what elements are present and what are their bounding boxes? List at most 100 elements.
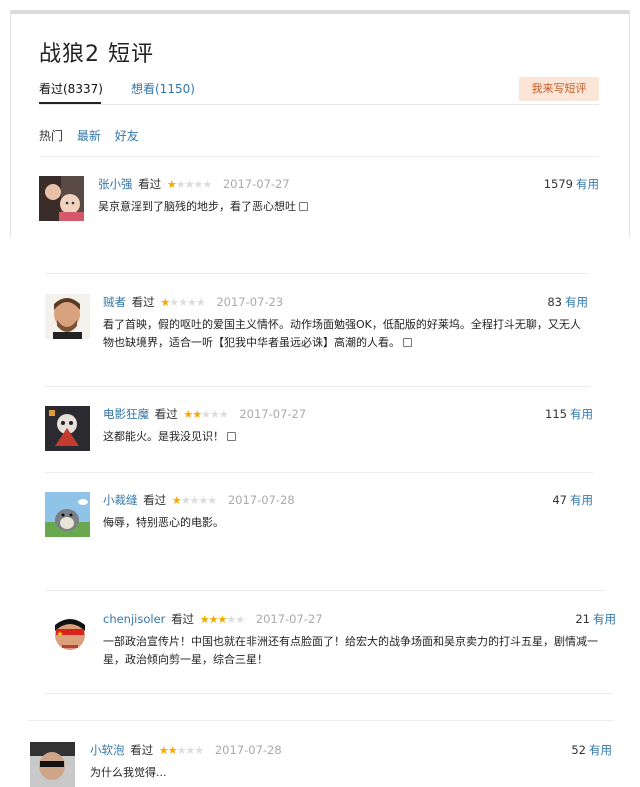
vote-count[interactable]: 52 有用 <box>571 742 612 758</box>
comment-user[interactable]: 电影狂魔 <box>103 407 149 421</box>
vote-count[interactable]: 115 有用 <box>545 406 593 422</box>
vote-number: 21 <box>575 612 590 626</box>
comment-body: 为什么我觉得... <box>90 766 167 779</box>
star-icon: ★ <box>207 494 217 507</box>
divider <box>28 720 613 721</box>
comment-body: 一部政治宣传片！中国也就在非洲还有点脸面了！给宏大的战争场面和吴京卖力的打斗五星… <box>103 635 598 666</box>
page-title: 战狼2 短评 <box>39 42 154 67</box>
comment-meta: 小裁缝 看过 ★★★★★ 2017-07-28 <box>103 492 295 508</box>
comment-date: 2017-07-23 <box>216 295 284 309</box>
vote-label[interactable]: 有用 <box>589 743 612 757</box>
star-icon: ★ <box>186 296 197 309</box>
rating-stars: ★★★★★ <box>160 296 206 309</box>
comment-date: 2017-07-28 <box>227 493 295 507</box>
avatar[interactable] <box>45 294 90 339</box>
sort-bar: 热门 最新 好友 <box>39 127 149 144</box>
vote-label[interactable]: 有用 <box>570 407 593 421</box>
comment-status: 看过 <box>130 743 154 757</box>
comment-meta: chenjisoler 看过 ★★★★★ 2017-07-27 <box>103 611 323 627</box>
star-icon: ★ <box>158 744 169 757</box>
vote-number: 47 <box>552 493 567 507</box>
avatar[interactable] <box>39 176 84 221</box>
vote-label[interactable]: 有用 <box>576 177 599 191</box>
comment-text: 一部政治宣传片！中国也就在非洲还有点脸面了！给宏大的战争场面和吴京卖力的打斗五星… <box>103 633 608 669</box>
star-icon: ★ <box>218 408 229 421</box>
star-icon: ★ <box>217 613 227 626</box>
divider <box>45 693 613 694</box>
comment-user[interactable]: 张小强 <box>98 177 133 191</box>
star-icon: ★ <box>180 494 191 507</box>
message-icon[interactable] <box>403 338 412 347</box>
star-icon: ★ <box>235 613 245 626</box>
comment-status: 看过 <box>143 493 167 507</box>
vote-label[interactable]: 有用 <box>593 612 616 626</box>
avatar[interactable] <box>45 406 90 451</box>
star-icon: ★ <box>166 178 177 191</box>
star-icon: ★ <box>194 744 204 757</box>
rating-stars: ★★★★★ <box>172 494 217 507</box>
comment-text: 吴京意淫到了脑残的地步，看了恶心想吐 <box>98 198 598 216</box>
comment-body: 看了首映，假的呕吐的爱国主义情怀。动作场面勉强OK，低配版的好莱坞。全程打斗无聊… <box>103 318 581 349</box>
vote-count[interactable]: 47 有用 <box>552 492 593 508</box>
comment-meta: 张小强 看过 ★★★★★ 2017-07-27 <box>98 176 290 192</box>
star-icon: ★ <box>195 296 206 309</box>
star-icon: ★ <box>183 408 193 421</box>
vote-number: 83 <box>547 295 562 309</box>
comment-user[interactable]: chenjisoler <box>103 612 165 626</box>
comment-meta: 贼者 看过 ★★★★★ 2017-07-23 <box>103 294 283 310</box>
comment-meta: 电影狂魔 看过 ★★★★★ 2017-07-27 <box>103 406 306 422</box>
star-icon: ★ <box>199 613 210 626</box>
comment-meta: 小软泡 看过 ★★★★★ 2017-07-28 <box>90 742 282 758</box>
vote-label[interactable]: 有用 <box>565 295 588 309</box>
avatar[interactable] <box>30 742 75 787</box>
comment-date: 2017-07-28 <box>214 743 282 757</box>
avatar[interactable] <box>48 611 93 656</box>
star-icon: ★ <box>198 494 208 507</box>
comment-date: 2017-07-27 <box>222 177 290 191</box>
star-icon: ★ <box>193 178 203 191</box>
divider <box>45 386 590 387</box>
vote-number: 115 <box>545 407 567 421</box>
vote-number: 52 <box>571 743 586 757</box>
vote-count[interactable]: 21 有用 <box>575 611 616 627</box>
divider <box>45 590 605 591</box>
rating-stars: ★★★★★ <box>199 613 245 626</box>
comment-user[interactable]: 小软泡 <box>90 743 125 757</box>
avatar[interactable] <box>45 492 90 537</box>
sort-friends[interactable]: 好友 <box>115 129 139 143</box>
vote-count[interactable]: 1579 有用 <box>544 176 599 192</box>
star-icon: ★ <box>185 744 195 757</box>
star-icon: ★ <box>226 613 236 626</box>
tab-want-to-watch[interactable]: 想看(1150) <box>131 80 195 97</box>
comment-text: 这都能火。是我没见识！ <box>103 428 583 446</box>
star-icon: ★ <box>201 408 211 421</box>
divider <box>45 472 593 473</box>
star-icon: ★ <box>160 296 170 309</box>
sort-divider <box>39 156 599 157</box>
comment-user[interactable]: 小裁缝 <box>103 493 138 507</box>
star-icon: ★ <box>178 296 188 309</box>
rating-stars: ★★★★★ <box>158 744 204 757</box>
vote-count[interactable]: 83 有用 <box>547 294 588 310</box>
tab-watched[interactable]: 看过(8337) <box>39 80 103 97</box>
message-icon[interactable] <box>299 202 308 211</box>
comment-user[interactable]: 贼者 <box>103 295 126 309</box>
star-icon: ★ <box>209 408 220 421</box>
comment-date: 2017-07-27 <box>239 407 307 421</box>
comment-text: 为什么我觉得... <box>90 764 590 782</box>
star-icon: ★ <box>167 744 178 757</box>
comment-body: 侮辱，特别恶心的电影。 <box>103 516 224 529</box>
comment-status: 看过 <box>154 407 178 421</box>
vote-number: 1579 <box>543 177 573 191</box>
comment-status: 看过 <box>138 177 162 191</box>
message-icon[interactable] <box>227 432 236 441</box>
comment-body: 吴京意淫到了脑残的地步，看了恶心想吐 <box>98 200 296 213</box>
vote-label[interactable]: 有用 <box>570 493 593 507</box>
write-review-button[interactable]: 我来写短评 <box>519 77 599 101</box>
star-icon: ★ <box>169 296 179 309</box>
rating-stars: ★★★★★ <box>166 178 212 191</box>
comment-text: 侮辱，特别恶心的电影。 <box>103 514 583 532</box>
sort-hot[interactable]: 热门 <box>39 129 63 143</box>
comment-status: 看过 <box>171 612 195 626</box>
sort-newest[interactable]: 最新 <box>77 129 101 143</box>
